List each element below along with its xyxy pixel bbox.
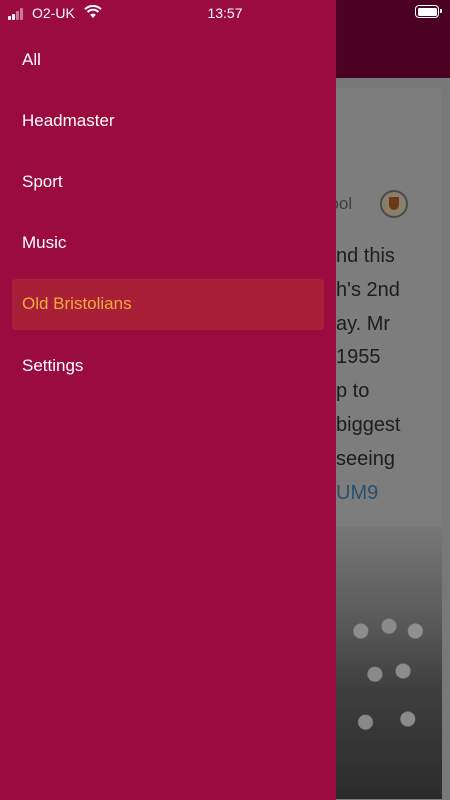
- tweet-text-line: nd this: [336, 245, 395, 267]
- tweet-text-line: seeing: [336, 447, 395, 470]
- status-bar: O2-UK 13:57: [0, 0, 450, 26]
- drawer-item-old-bristolians[interactable]: Old Bristolians: [0, 274, 336, 335]
- tweet-text-line: 1955: [336, 346, 381, 369]
- drawer-item-settings[interactable]: Settings: [0, 335, 336, 396]
- tweet-text-line: biggest: [336, 413, 401, 436]
- tweet-photo[interactable]: [336, 527, 442, 799]
- drawer-item-label: Headmaster: [22, 110, 115, 130]
- drawer-item-label: Sport: [22, 171, 63, 191]
- tweet-link[interactable]: UM9: [336, 477, 450, 511]
- drawer-item-all[interactable]: All: [0, 29, 336, 90]
- clock: 13:57: [207, 5, 243, 21]
- tweet-text-line: p to: [336, 380, 370, 403]
- tweet-text-line: ay. Mr: [336, 312, 391, 335]
- navigation-drawer: All Headmaster Sport Music Old Bristolia…: [0, 0, 336, 800]
- tweet-text-line: h's 2nd: [336, 278, 400, 301]
- drawer-item-label: Old Bristolians: [22, 294, 132, 314]
- drawer-item-label: All: [22, 49, 41, 69]
- drawer-item-label: Music: [22, 233, 67, 253]
- tweet-text: nd this h's 2nd ay. Mr 1955 p to biggest…: [336, 240, 450, 510]
- drawer-item-label: Settings: [22, 355, 84, 375]
- drawer-menu: All Headmaster Sport Music Old Bristolia…: [0, 29, 336, 396]
- drawer-item-music[interactable]: Music: [0, 213, 336, 274]
- battery-icon: [415, 5, 442, 18]
- drawer-item-headmaster[interactable]: Headmaster: [0, 90, 336, 151]
- drawer-item-sport[interactable]: Sport: [0, 151, 336, 212]
- school-crest-icon: [380, 190, 408, 218]
